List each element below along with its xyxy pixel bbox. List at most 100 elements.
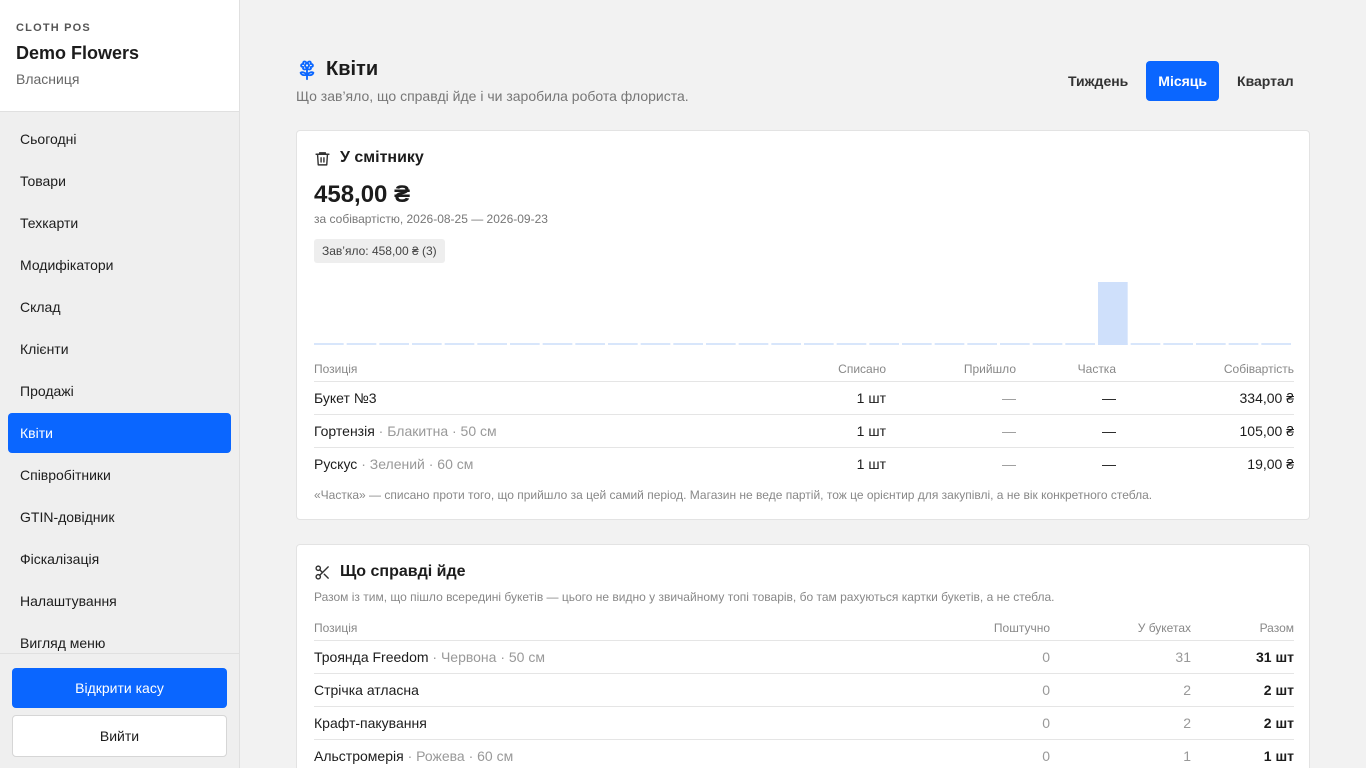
wilted-badge: Зав’яло: 458,00 ₴ (3) [314,239,445,263]
col-position: Позиція [314,617,910,641]
trash-amount: 458,00 ₴ [314,181,411,208]
bar-baseline [706,343,736,345]
logout-button[interactable]: Вийти [12,715,227,757]
table-row: Альстромерія · Рожева · 60 см 0 1 1 шт [314,739,1294,768]
bar-baseline [575,343,605,345]
col-total: Разом [1191,617,1294,641]
app-name: CLOTH POS [16,22,91,34]
table-row: Рускус · Зелений · 60 см 1 шт — — 19,00 … [314,447,1294,480]
bar-baseline [477,343,507,345]
item-variant: · Рожева · 60 см [403,747,514,764]
trash-title: У смітнику [340,149,424,166]
bar-baseline [608,343,638,345]
bar-baseline [379,343,409,345]
bar-baseline [1228,343,1259,345]
item-name: Гортензія [314,422,375,439]
col-share: Частка [1016,358,1116,382]
sidebar-item-tech-cards[interactable]: Техкарти [8,203,231,243]
arrived-value: — [886,381,1016,415]
bar-baseline [967,343,997,345]
bar-baseline [314,343,344,345]
sidebar-item-settings[interactable]: Налаштування [8,581,231,621]
item-name: Стрічка атласна [314,681,419,698]
bar-baseline [412,343,442,345]
bar-baseline [510,343,540,345]
item-name: Букет №3 [314,389,377,406]
sidebar-item-sales[interactable]: Продажі [8,371,231,411]
usage-card: Що справді йде Разом із тим, що пішло вс… [296,544,1310,768]
share-value: — [1102,455,1116,472]
page-subtitle: Що зав’яло, що справді йде і чи заробила… [296,88,689,104]
sidebar-item-products[interactable]: Товари [8,161,231,201]
in-bouquets-value: 31 [1050,640,1191,674]
cost-value: 19,00 ₴ [1247,455,1294,472]
col-in-bouquets: У букетах [1050,617,1191,641]
col-written-off: Списано [766,358,886,382]
flower-icon [299,60,315,80]
brand-block: CLOTH POS Demo Flowers Власниця [0,0,239,112]
item-name: Рускус [314,455,358,472]
share-value: — [1016,381,1116,415]
scissors-icon [315,564,329,580]
bar-baseline [640,343,671,345]
trash-card: У смітнику 458,00 ₴ за собівартістю, 202… [296,130,1310,520]
period-week-button[interactable]: Тиждень [1056,61,1140,101]
share-footnote: «Частка» — списано проти того, що прийшл… [314,488,1153,502]
trash-amount-caption: за собівартістю, 2026-08-25 — 2026-09-23 [314,212,548,226]
page-header: Квіти Що зав’яло, що справді йде і чи за… [296,58,689,104]
in-bouquets-value: 1 [1050,739,1191,768]
bar-baseline [346,343,377,345]
sidebar-item-stock[interactable]: Склад [8,287,231,327]
sidebar-item-today[interactable]: Сьогодні [8,119,231,159]
arrived-value: — [1002,455,1016,472]
sidebar-item-flowers[interactable]: Квіти [8,413,231,453]
sidebar-item-modifiers[interactable]: Модифікатори [8,245,231,285]
sidebar: CLOTH POS Demo Flowers Власниця Сьогодні… [0,0,240,768]
bar-baseline [444,343,475,345]
bar-baseline [771,343,801,345]
store-name: Demo Flowers [16,43,140,63]
usage-title: Що справді йде [340,563,466,580]
item-variant: · Блакитна · 50 см [374,422,497,439]
period-quarter-button[interactable]: Квартал [1225,61,1306,101]
period-month-button[interactable]: Місяць [1146,61,1220,101]
item-name: Крафт-пакування [314,714,427,731]
in-bouquets-value: 2 [1050,673,1191,707]
bar-baseline [1065,343,1095,345]
bar-baseline [934,343,965,345]
table-row: Гортензія · Блакитна · 50 см 1 шт — — 10… [314,414,1294,448]
in-bouquets-value: 2 [1050,706,1191,740]
user-role: Власниця [16,71,80,87]
written-off-value: 1 шт [856,455,886,472]
writeoff-bar-chart [314,282,1291,345]
cost-value: 105,00 ₴ [1116,414,1294,448]
trash-icon [315,151,330,166]
sidebar-item-gtin[interactable]: GTIN-довідник [8,497,231,537]
bar-baseline [673,343,703,345]
single-value: 0 [910,640,1050,674]
item-variant: · Зелений · 60 см [357,455,474,472]
open-register-button[interactable]: Відкрити касу [12,668,227,708]
total-value: 2 шт [1191,673,1294,707]
sidebar-nav: Сьогодні Товари Техкарти Модифікатори Ск… [8,119,231,665]
col-position: Позиція [314,358,766,382]
bar-baseline [836,343,867,345]
sidebar-item-clients[interactable]: Клієнти [8,329,231,369]
item-variant: · Червона · 50 см [428,648,545,665]
col-arrived: Прийшло [886,358,1016,382]
bar-baseline [1130,343,1161,345]
written-off-value: 1 шт [766,414,886,448]
total-value: 1 шт [1191,739,1294,768]
sidebar-footer: Відкрити касу Вийти [0,653,239,768]
sidebar-item-employees[interactable]: Співробітники [8,455,231,495]
bar-baseline [869,343,899,345]
sidebar-item-fiscal[interactable]: Фіскалізація [8,539,231,579]
col-cost: Собівартість [1116,358,1294,382]
writeoff-bar[interactable] [1098,282,1128,345]
single-value: 0 [910,706,1050,740]
share-value: — [1016,414,1116,448]
bar-baseline [902,343,932,345]
period-switch: Тиждень Місяць Квартал [1056,61,1312,101]
bar-baseline [1032,343,1063,345]
usage-subtitle: Разом із тим, що пішло всередині букетів… [314,590,1055,604]
